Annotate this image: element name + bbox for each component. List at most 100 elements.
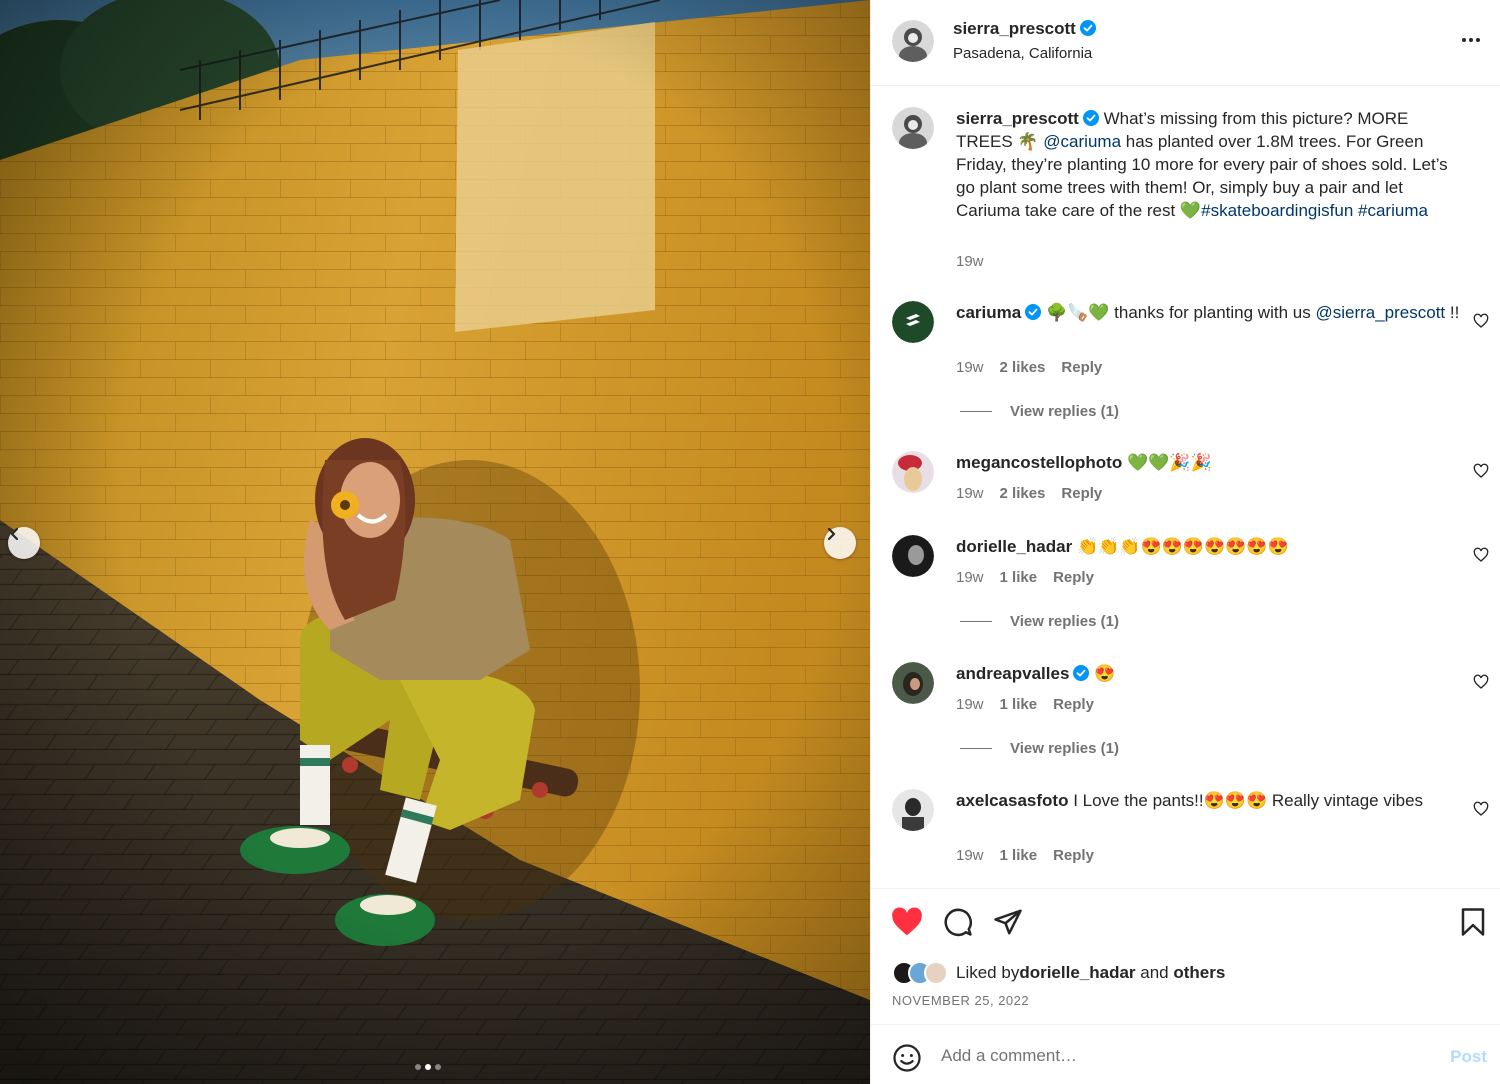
commenter-username[interactable]: andreapvalles bbox=[956, 664, 1069, 683]
liked-by-label: Liked by bbox=[956, 963, 1020, 982]
hashtag-link[interactable]: #skateboardingisfun bbox=[1201, 201, 1353, 220]
view-replies-label[interactable]: View replies (1) bbox=[1010, 403, 1119, 420]
comment-text-part: 💚💚🎉🎉 bbox=[1126, 453, 1212, 472]
comment-meta: 19w 1 like Reply bbox=[956, 569, 1094, 586]
liked-by-user-link[interactable]: dorielle_hadar bbox=[1019, 963, 1135, 983]
comment-input[interactable] bbox=[941, 1043, 1401, 1069]
comment-likes-count[interactable]: 1 like bbox=[1000, 569, 1038, 586]
bookmark-icon bbox=[1461, 908, 1485, 936]
comments-list[interactable]: sierra_prescott What’s missing from this… bbox=[871, 87, 1500, 887]
caption-timestamp[interactable]: 19w bbox=[956, 253, 984, 270]
comment-likes-count[interactable]: 2 likes bbox=[1000, 485, 1046, 502]
emoji-button[interactable] bbox=[892, 1043, 922, 1078]
caption-meta: 19w bbox=[956, 253, 984, 270]
commenter-username[interactable]: axelcasasfoto bbox=[956, 791, 1068, 810]
like-comment-button[interactable] bbox=[1473, 547, 1489, 568]
heart-outline-icon bbox=[1473, 674, 1489, 689]
chevron-left-icon bbox=[10, 527, 19, 541]
commenter-avatar[interactable] bbox=[892, 662, 934, 704]
commenter-avatar[interactable] bbox=[892, 451, 934, 493]
view-replies-label[interactable]: View replies (1) bbox=[1010, 613, 1119, 630]
comment-text: cariuma 🌳🪚💚 thanks for planting with us … bbox=[956, 301, 1466, 324]
caption-mention-link[interactable]: @cariuma bbox=[1043, 132, 1121, 151]
like-post-button[interactable] bbox=[891, 907, 923, 942]
comment-text-part: 😍 bbox=[1094, 664, 1116, 683]
comment-meta: 19w 1 like Reply bbox=[956, 696, 1094, 713]
commenter-username[interactable]: megancostellophoto bbox=[956, 453, 1122, 472]
carousel-indicator bbox=[415, 1064, 441, 1070]
likes-summary: Liked by dorielle_hadar and others bbox=[892, 961, 1225, 985]
author-username[interactable]: sierra_prescott bbox=[953, 19, 1096, 39]
share-button[interactable] bbox=[993, 907, 1023, 942]
comment-meta: 19w 2 likes Reply bbox=[956, 359, 1102, 376]
caption-text: sierra_prescott What’s missing from this… bbox=[956, 107, 1466, 222]
commenter-username[interactable]: cariuma bbox=[956, 303, 1021, 322]
post-photo[interactable] bbox=[0, 0, 870, 1084]
commenter-avatar[interactable] bbox=[892, 789, 934, 831]
reply-button[interactable]: Reply bbox=[1053, 847, 1094, 864]
reply-button[interactable]: Reply bbox=[1053, 696, 1094, 713]
comment-text: dorielle_hadar 👏👏👏😍😍😍😍😍😍😍 bbox=[956, 535, 1466, 558]
liked-by-avatars[interactable] bbox=[892, 961, 948, 985]
replies-divider-line bbox=[960, 411, 992, 412]
commenter-avatar[interactable] bbox=[892, 301, 934, 343]
like-comment-button[interactable] bbox=[1473, 674, 1489, 695]
heart-filled-icon bbox=[892, 907, 922, 936]
verified-badge-icon bbox=[1025, 304, 1042, 320]
comment-text: axelcasasfoto I Love the pants!!😍😍😍 Real… bbox=[956, 789, 1466, 812]
previous-photo-button[interactable] bbox=[8, 527, 40, 559]
hashtag-link[interactable]: #cariuma bbox=[1358, 201, 1428, 220]
like-comment-button[interactable] bbox=[1473, 463, 1489, 484]
commenter-username[interactable]: dorielle_hadar bbox=[956, 537, 1072, 556]
comment-likes-count[interactable]: 2 likes bbox=[1000, 359, 1046, 376]
view-replies-button[interactable]: View replies (1) bbox=[960, 613, 1119, 630]
reply-button[interactable]: Reply bbox=[1061, 485, 1102, 502]
post-actions: Liked by dorielle_hadar and others NOVEM… bbox=[871, 888, 1500, 1024]
save-button[interactable] bbox=[1459, 907, 1487, 942]
post-location[interactable]: Pasadena, California bbox=[953, 45, 1092, 62]
comment-text: andreapvalles 😍 bbox=[956, 662, 1466, 685]
comment-timestamp[interactable]: 19w bbox=[956, 847, 984, 864]
author-username-text[interactable]: sierra_prescott bbox=[953, 19, 1076, 38]
comment-button[interactable] bbox=[943, 907, 973, 942]
like-comment-button[interactable] bbox=[1473, 801, 1489, 822]
comment-timestamp[interactable]: 19w bbox=[956, 485, 984, 502]
post-comment-button[interactable]: Post bbox=[1450, 1047, 1487, 1067]
author-avatar[interactable] bbox=[892, 20, 934, 62]
next-photo-button[interactable] bbox=[824, 527, 856, 559]
comment-timestamp[interactable]: 19w bbox=[956, 359, 984, 376]
verified-badge-icon bbox=[1073, 665, 1090, 681]
like-comment-button[interactable] bbox=[1473, 313, 1489, 334]
view-replies-button[interactable]: View replies (1) bbox=[960, 740, 1119, 757]
comment-timestamp[interactable]: 19w bbox=[956, 696, 984, 713]
comment-likes-count[interactable]: 1 like bbox=[1000, 847, 1038, 864]
comment-timestamp[interactable]: 19w bbox=[956, 569, 984, 586]
post-date[interactable]: NOVEMBER 25, 2022 bbox=[892, 993, 1029, 1008]
liked-by-conjunction: and bbox=[1135, 963, 1174, 982]
chevron-right-icon bbox=[827, 527, 836, 541]
comment-text-part: 👏👏👏😍😍😍😍😍😍😍 bbox=[1076, 537, 1289, 556]
comment-text: megancostellophoto 💚💚🎉🎉 bbox=[956, 451, 1466, 474]
more-options-button[interactable] bbox=[1459, 28, 1483, 57]
comment-meta: 19w 2 likes Reply bbox=[956, 485, 1102, 502]
reply-button[interactable]: Reply bbox=[1061, 359, 1102, 376]
comment-bubble-icon bbox=[944, 908, 972, 937]
view-replies-label[interactable]: View replies (1) bbox=[1010, 740, 1119, 757]
comment-mention-link[interactable]: @sierra_prescott bbox=[1315, 303, 1445, 322]
caption-username[interactable]: sierra_prescott bbox=[956, 109, 1079, 128]
comment-text-part: !! bbox=[1445, 303, 1460, 322]
reply-button[interactable]: Reply bbox=[1053, 569, 1094, 586]
verified-badge-icon bbox=[1079, 20, 1096, 36]
view-replies-button[interactable]: View replies (1) bbox=[960, 403, 1119, 420]
heart-outline-icon bbox=[1473, 801, 1489, 816]
post-header: sierra_prescott Pasadena, California bbox=[871, 0, 1500, 86]
heart-outline-icon bbox=[1473, 547, 1489, 562]
caption-avatar[interactable] bbox=[892, 107, 934, 149]
post-sidebar: sierra_prescott Pasadena, California sie… bbox=[870, 0, 1500, 1084]
heart-outline-icon bbox=[1473, 313, 1489, 328]
emoji-smile-icon bbox=[893, 1044, 921, 1072]
commenter-avatar[interactable] bbox=[892, 535, 934, 577]
comment-likes-count[interactable]: 1 like bbox=[1000, 696, 1038, 713]
liked-by-others-link[interactable]: others bbox=[1173, 963, 1225, 983]
carousel-dot bbox=[435, 1064, 441, 1070]
